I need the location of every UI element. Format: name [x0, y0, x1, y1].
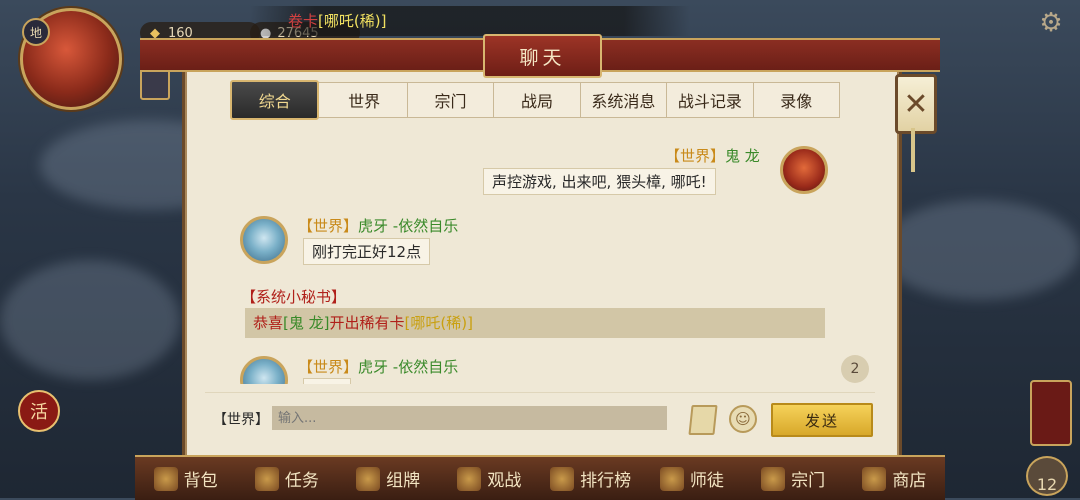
side-count-badge[interactable]: 12	[1026, 456, 1068, 496]
tab-world[interactable]: 世界	[321, 83, 408, 117]
nav-label: 背包	[183, 471, 218, 491]
banner-highlight: [哪吒(稀)]	[318, 12, 387, 30]
side-tool-icon[interactable]	[1030, 380, 1072, 446]
nav-label: 宗门	[791, 471, 826, 491]
nav-label: 排行榜	[580, 471, 632, 491]
gear-icon[interactable]: ⚙	[1036, 8, 1066, 38]
sender-name[interactable]: 虎牙 -依然自乐	[358, 358, 458, 376]
channel-tag: 【世界】	[298, 217, 359, 235]
nav-label: 观战	[487, 471, 522, 491]
send-button[interactable]: 发送	[771, 403, 873, 437]
leaderboard-icon	[550, 466, 575, 491]
unread-count-badge[interactable]: 2	[841, 355, 869, 383]
tab-sect[interactable]: 宗门	[408, 83, 495, 117]
activity-seal-icon[interactable]: 活	[18, 390, 60, 432]
avatar[interactable]	[780, 146, 828, 194]
phrasebook-icon[interactable]	[688, 405, 718, 435]
sect-icon	[761, 466, 786, 491]
background-cloud	[880, 200, 1080, 300]
shop-icon	[862, 466, 887, 491]
system-part[interactable]: [鬼 龙]	[283, 314, 329, 332]
system-part: 开出稀有卡	[329, 314, 405, 332]
card-icon[interactable]	[140, 68, 170, 100]
background-cloud	[0, 260, 180, 380]
nav-backpack[interactable]: 背包	[135, 466, 236, 491]
system-message: 恭喜[鬼 龙]开出稀有卡[哪吒(稀)]	[245, 308, 825, 338]
nav-shop[interactable]: 商店	[844, 466, 945, 491]
system-message-header: 【系统小秘书】	[241, 288, 347, 306]
deck-icon	[356, 466, 381, 491]
tab-system[interactable]: 系统消息	[581, 83, 668, 117]
message-bubble: 刚打完正好12点	[303, 238, 431, 265]
nav-label: 组牌	[386, 471, 421, 491]
mentor-icon	[659, 466, 684, 491]
nav-tasks[interactable]: 任务	[236, 466, 337, 491]
nav-label: 师徒	[689, 471, 724, 491]
message-header: 【世界】虎牙 -依然自乐	[298, 356, 458, 377]
avatar[interactable]	[240, 356, 288, 384]
broadcast-banner: 卷卡[哪吒(稀)]	[250, 6, 690, 36]
chat-message-list[interactable]: 【世界】鬼 龙 声控游戏, 出来吧, 猥头樟, 哪吒! 【世界】虎牙 -依然自乐…	[205, 122, 875, 384]
system-part: 恭喜	[253, 314, 284, 332]
close-icon[interactable]: ✕	[895, 74, 937, 134]
message-bubble: 声控游戏, 出来吧, 猥头樟, 哪吒!	[483, 168, 716, 195]
sender-name[interactable]: 虎牙 -依然自乐	[358, 217, 458, 235]
message-header: 【世界】鬼 龙	[665, 145, 760, 166]
chat-tabs: 综合 世界 宗门 战局 系统消息 战斗记录 录像	[230, 80, 840, 120]
dialog-title: 聊天	[483, 34, 602, 78]
tab-combat-log[interactable]: 战斗记录	[667, 83, 754, 117]
task-icon	[254, 466, 279, 491]
nav-mentor[interactable]: 师徒	[641, 466, 742, 491]
nav-leaderboard[interactable]: 排行榜	[540, 466, 641, 491]
message-header: 【世界】虎牙 -依然自乐	[298, 215, 458, 236]
banner-prefix: 卷卡	[288, 12, 319, 30]
rank-badge: 地	[22, 18, 50, 46]
backpack-icon	[153, 466, 178, 491]
avatar[interactable]	[240, 216, 288, 264]
nav-label: 商店	[892, 471, 927, 491]
tab-general[interactable]: 综合	[230, 80, 320, 120]
channel-tag: 【世界】	[665, 147, 726, 165]
nav-spectate[interactable]: 观战	[439, 466, 540, 491]
input-channel[interactable]: 【世界】	[213, 409, 269, 429]
sender-name[interactable]: 鬼 龙	[725, 147, 760, 165]
channel-tag: 【世界】	[298, 358, 359, 376]
spectate-icon	[457, 466, 482, 491]
system-part[interactable]: [哪吒(稀)]	[405, 314, 473, 332]
tab-replay[interactable]: 录像	[754, 83, 839, 117]
lantern-tassel	[911, 128, 915, 172]
message-bubble	[303, 378, 351, 384]
bottom-navigation: 背包 任务 组牌 观战 排行榜 师徒 宗门 商店	[135, 455, 945, 500]
chat-input[interactable]	[272, 406, 667, 430]
chat-input-row: 【世界】 ☺ 发送	[205, 392, 875, 445]
nav-sect[interactable]: 宗门	[743, 466, 844, 491]
tab-battle[interactable]: 战局	[494, 83, 581, 117]
nav-deck[interactable]: 组牌	[338, 466, 439, 491]
emoji-icon[interactable]: ☺	[729, 405, 757, 433]
nav-label: 任务	[284, 471, 319, 491]
